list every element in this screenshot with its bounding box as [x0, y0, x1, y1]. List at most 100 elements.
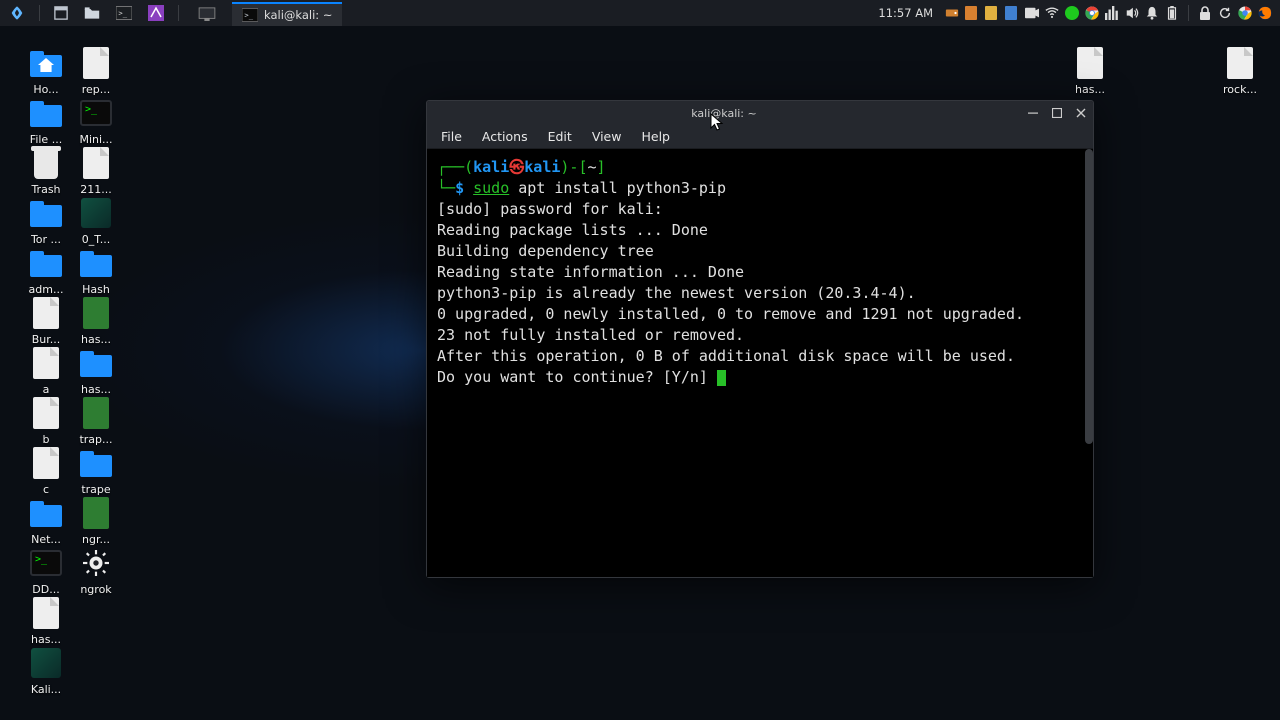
desktop-icon[interactable]: 0_T... — [72, 195, 120, 246]
speaker-icon[interactable] — [1125, 6, 1139, 20]
kali-tools-launcher[interactable] — [143, 0, 169, 26]
minimize-button[interactable] — [1021, 101, 1045, 125]
arch-icon — [78, 395, 114, 431]
desktop-icon[interactable]: has... — [22, 595, 70, 646]
desktop-icon-label: ngrok — [80, 583, 111, 596]
svg-text:>_: >_ — [244, 10, 253, 19]
hdd-icon[interactable] — [945, 6, 959, 20]
file-icon — [28, 445, 64, 481]
menu-actions[interactable]: Actions — [474, 127, 536, 146]
taskbar-window-label: kali@kali: ~ — [264, 8, 332, 22]
show-desktop-button[interactable] — [49, 0, 73, 26]
desktop-icon[interactable]: Mini... — [72, 95, 120, 146]
gear-icon — [78, 545, 114, 581]
bell-icon[interactable] — [1145, 6, 1159, 20]
desktop-icon[interactable]: rep... — [72, 45, 120, 96]
desktop-icon[interactable]: ngr... — [72, 495, 120, 546]
term-icon — [28, 545, 64, 581]
file-icon — [1222, 45, 1258, 81]
camera-icon[interactable] — [1025, 6, 1039, 20]
maximize-button[interactable] — [1045, 101, 1069, 125]
desktop-icon[interactable]: Bur... — [22, 295, 70, 346]
desktop-icon[interactable]: File ... — [22, 95, 70, 146]
desktop-icon[interactable]: adm... — [22, 245, 70, 296]
desktop-icon[interactable]: Ho... — [22, 45, 70, 96]
folder-icon — [78, 345, 114, 381]
terminal-body[interactable]: ┌──(kali㉿kali)-[~]└─$ sudo apt install p… — [427, 149, 1093, 577]
refresh-icon[interactable] — [1218, 6, 1232, 20]
taskbar-divider — [39, 5, 40, 21]
folder-icon — [28, 95, 64, 131]
desktop-icon[interactable]: Kali... — [22, 645, 70, 696]
desktop-icon[interactable]: trape — [72, 445, 120, 496]
desktop-icon[interactable]: Hash — [72, 245, 120, 296]
terminal-titlebar[interactable]: kali@kali: ~ — [427, 101, 1093, 125]
taskbar-window-terminal[interactable]: >_ kali@kali: ~ — [232, 2, 342, 26]
taskbar-window-monitor[interactable] — [188, 2, 226, 26]
file-icon — [28, 395, 64, 431]
close-button[interactable] — [1069, 101, 1093, 125]
menu-view[interactable]: View — [584, 127, 630, 146]
trash-icon — [28, 145, 64, 181]
desktop-icon[interactable]: Trash — [22, 145, 70, 196]
arch-icon — [78, 495, 114, 531]
file-icon — [78, 45, 114, 81]
terminal-window: kali@kali: ~ File Actions Edit View Help… — [426, 100, 1094, 578]
desktop-icon[interactable]: Tor ... — [22, 195, 70, 246]
desktop-icon[interactable]: DD... — [22, 545, 70, 596]
desktop-icon[interactable]: b — [22, 395, 70, 446]
sound-equalizer-icon[interactable] — [1105, 6, 1119, 20]
pic-icon — [28, 645, 64, 681]
file-icon — [28, 595, 64, 631]
wifi-icon[interactable] — [1045, 6, 1059, 20]
desktop-icon[interactable]: c — [22, 445, 70, 496]
battery-icon[interactable] — [1165, 6, 1179, 20]
file-icon — [1072, 45, 1108, 81]
document-icon[interactable] — [965, 6, 979, 20]
lock-icon[interactable] — [1198, 6, 1212, 20]
firefox-icon[interactable] — [1258, 6, 1272, 20]
desktop-icon[interactable]: a — [22, 345, 70, 396]
desktop-icon-label: Kali... — [31, 683, 61, 696]
status-dot-icon[interactable] — [1065, 6, 1079, 20]
svg-text:>_: >_ — [118, 8, 127, 17]
taskbar-divider — [178, 5, 179, 21]
tray-divider — [1188, 5, 1189, 21]
folder-icon — [28, 245, 64, 281]
desktop-icon[interactable]: has... — [72, 345, 120, 396]
taskbar: >_ >_ kali@kali: ~ 11:57 AM — [0, 0, 1280, 26]
desktop-icon[interactable]: 211... — [72, 145, 120, 196]
desktop-icon[interactable]: rock... — [1216, 45, 1264, 96]
desktop-icon-label: rock... — [1223, 83, 1257, 96]
chrome-icon[interactable] — [1085, 6, 1099, 20]
pic-icon — [78, 195, 114, 231]
folder-icon — [28, 495, 64, 531]
menu-help[interactable]: Help — [633, 127, 678, 146]
terminal-title: kali@kali: ~ — [427, 107, 1021, 120]
desktop-icon[interactable]: Net... — [22, 495, 70, 546]
folder-home-icon — [28, 45, 64, 81]
menu-file[interactable]: File — [433, 127, 470, 146]
file-icon — [28, 295, 64, 331]
arch-icon — [78, 295, 114, 331]
terminal-launcher[interactable]: >_ — [111, 0, 137, 26]
scrollbar-thumb[interactable] — [1085, 149, 1093, 444]
menu-edit[interactable]: Edit — [540, 127, 580, 146]
file-manager-launcher[interactable] — [79, 0, 105, 26]
file-icon — [78, 145, 114, 181]
app-menu-button[interactable] — [4, 0, 30, 26]
desktop-icon[interactable]: has... — [72, 295, 120, 346]
desktop-icon[interactable]: has... — [1066, 45, 1114, 96]
clock[interactable]: 11:57 AM — [878, 6, 933, 20]
desktop-icon[interactable]: trap... — [72, 395, 120, 446]
folder-icon — [78, 245, 114, 281]
desktop-icon-label: has... — [1075, 83, 1105, 96]
document-icon[interactable] — [1005, 6, 1019, 20]
folder-icon — [28, 195, 64, 231]
terminal-scrollbar[interactable] — [1085, 149, 1093, 577]
chrome-icon[interactable] — [1238, 6, 1252, 20]
document-icon[interactable] — [985, 6, 999, 20]
desktop-icon[interactable]: ngrok — [72, 545, 120, 596]
term-icon — [78, 95, 114, 131]
terminal-menubar: File Actions Edit View Help — [427, 125, 1093, 149]
